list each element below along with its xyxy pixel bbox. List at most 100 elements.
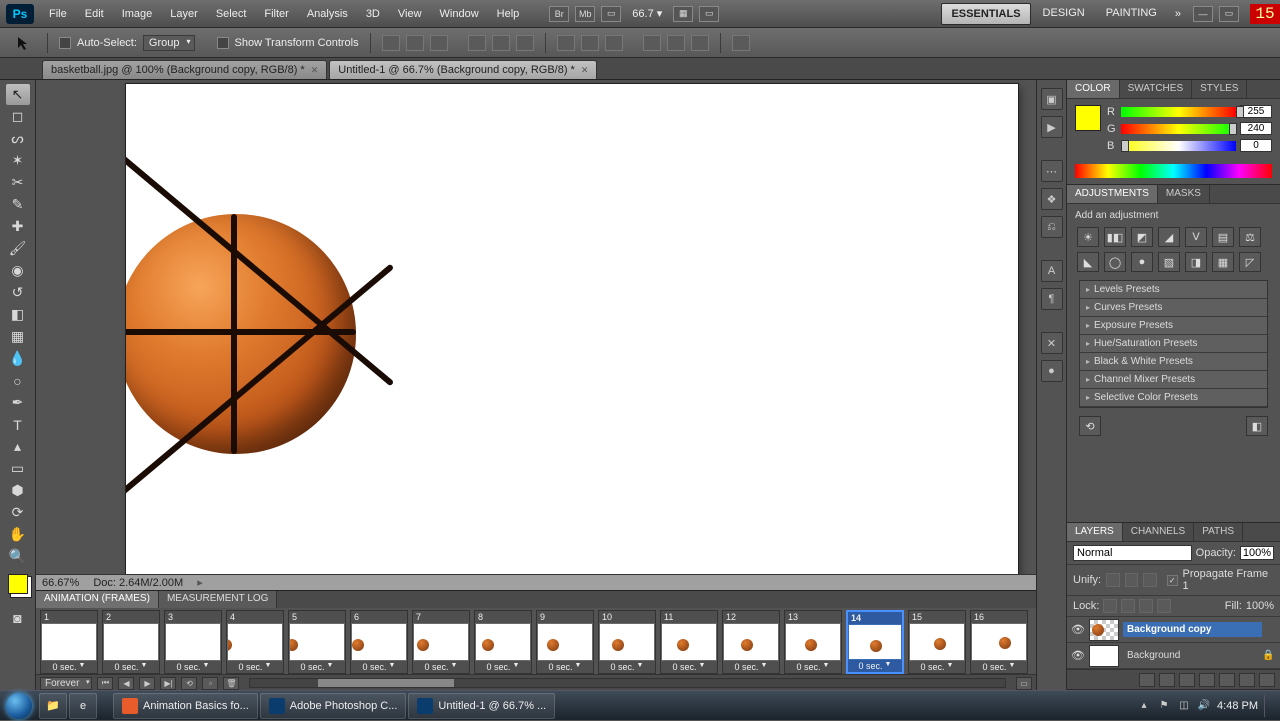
taskbar-app[interactable]: Animation Basics fo... [113, 693, 258, 719]
menu-layer[interactable]: Layer [161, 0, 207, 27]
delete-layer-icon[interactable] [1259, 673, 1275, 687]
adjustment-preset[interactable]: Exposure Presets [1080, 317, 1267, 335]
quick-select-tool[interactable]: ✶ [6, 150, 30, 171]
panel-tab[interactable]: ADJUSTMENTS [1067, 185, 1158, 203]
workspace-design[interactable]: DESIGN [1034, 3, 1094, 25]
layer-row[interactable]: 👁Background copy [1067, 617, 1280, 643]
align-bottom-icon[interactable] [430, 35, 448, 51]
align-left-icon[interactable] [468, 35, 486, 51]
close-tab-icon[interactable]: ✕ [581, 65, 589, 76]
lock-image-icon[interactable] [1121, 599, 1135, 613]
dock-panel-icon[interactable]: A [1041, 260, 1063, 282]
adjustment-icon[interactable]: ◣ [1077, 252, 1099, 272]
panel-tab[interactable]: STYLES [1192, 80, 1247, 98]
arrange-docs-icon[interactable]: ▦ [673, 6, 693, 22]
crop-tool[interactable]: ✂ [6, 172, 30, 193]
opacity-input[interactable]: 100% [1240, 546, 1274, 560]
adjustment-preset[interactable]: Channel Mixer Presets [1080, 371, 1267, 389]
foreground-swatch[interactable] [1075, 105, 1101, 131]
animation-frames-row[interactable]: 10 sec.▼20 sec.▼30 sec.▼40 sec.▼50 sec.▼… [36, 608, 1036, 674]
dock-panel-icon[interactable]: ⎌ [1041, 216, 1063, 238]
zoom-tool[interactable]: 🔍 [6, 546, 30, 567]
dock-panel-icon[interactable]: ▶ [1041, 116, 1063, 138]
animation-frame[interactable]: 80 sec.▼ [474, 610, 532, 674]
animation-frame[interactable]: 110 sec.▼ [660, 610, 718, 674]
path-select-tool[interactable]: ▴ [6, 436, 30, 457]
adjustment-icon[interactable]: ◨ [1185, 252, 1207, 272]
tray-expand-icon[interactable]: ▴ [1137, 699, 1151, 713]
bridge-icon[interactable]: Br [549, 6, 569, 22]
transform-controls-checkbox[interactable] [217, 37, 229, 49]
fill-input[interactable]: 100% [1246, 600, 1274, 612]
stamp-tool[interactable]: ◉ [6, 260, 30, 281]
taskbar-clock[interactable]: 4:48 PM [1217, 700, 1258, 712]
animation-frame[interactable]: 140 sec.▼ [846, 610, 904, 674]
animation-frame[interactable]: 10 sec.▼ [40, 610, 98, 674]
dist-hcenter-icon[interactable] [667, 35, 685, 51]
animation-frame[interactable]: 130 sec.▼ [784, 610, 842, 674]
menu-window[interactable]: Window [431, 0, 488, 27]
restore-icon[interactable]: ▭ [1219, 6, 1239, 22]
show-desktop-button[interactable] [1264, 695, 1272, 717]
extras-icon[interactable]: ▭ [699, 6, 719, 22]
dist-right-icon[interactable] [691, 35, 709, 51]
new-layer-icon[interactable] [1239, 673, 1255, 687]
timeline-scrollbar[interactable] [249, 678, 1006, 688]
animation-frame[interactable]: 60 sec.▼ [350, 610, 408, 674]
animation-frame[interactable]: 70 sec.▼ [412, 610, 470, 674]
animation-frame[interactable]: 20 sec.▼ [102, 610, 160, 674]
panel-tab[interactable]: LAYERS [1067, 523, 1123, 541]
workspace-essentials[interactable]: ESSENTIALS [941, 3, 1030, 25]
layer-mask-icon[interactable] [1179, 673, 1195, 687]
color-slider[interactable] [1121, 107, 1236, 117]
menu-select[interactable]: Select [207, 0, 256, 27]
explorer-pinned-icon[interactable]: 📁 [39, 693, 67, 719]
adjustment-icon[interactable]: ▦ [1212, 252, 1234, 272]
minimize-icon[interactable]: — [1193, 6, 1213, 22]
tray-volume-icon[interactable]: 🔊 [1197, 699, 1211, 713]
menu-image[interactable]: Image [113, 0, 162, 27]
dock-panel-icon[interactable]: ✕ [1041, 332, 1063, 354]
blend-mode-select[interactable]: Normal [1073, 545, 1192, 561]
dist-bottom-icon[interactable] [605, 35, 623, 51]
color-value-input[interactable]: 255 [1240, 105, 1272, 118]
menu-edit[interactable]: Edit [76, 0, 113, 27]
animation-frame[interactable]: 120 sec.▼ [722, 610, 780, 674]
dock-panel-icon[interactable]: ● [1041, 360, 1063, 382]
lasso-tool[interactable]: ᔕ [6, 128, 30, 149]
shape-tool[interactable]: ▭ [6, 458, 30, 479]
adjustment-icon[interactable]: ● [1131, 252, 1153, 272]
tray-network-icon[interactable]: ◫ [1177, 699, 1191, 713]
brush-tool[interactable]: 🖌 [6, 238, 30, 259]
color-value-input[interactable]: 0 [1240, 139, 1272, 152]
adjustment-preset[interactable]: Hue/Saturation Presets [1080, 335, 1267, 353]
dock-panel-icon[interactable]: ⋯ [1041, 160, 1063, 182]
layer-visibility-icon[interactable]: 👁 [1067, 623, 1089, 636]
document-tab[interactable]: Untitled-1 @ 66.7% (Background copy, RGB… [329, 60, 597, 79]
tray-flag-icon[interactable]: ⚑ [1157, 699, 1171, 713]
adjustment-icon[interactable]: ◯ [1104, 252, 1126, 272]
menu-help[interactable]: Help [488, 0, 529, 27]
loop-dropdown[interactable]: Forever [40, 677, 92, 690]
dock-panel-icon[interactable]: ❖ [1041, 188, 1063, 210]
eyedropper-tool[interactable]: ✎ [6, 194, 30, 215]
first-frame-button[interactable]: ⏮ [97, 677, 113, 690]
move-tool[interactable]: ↖ [6, 84, 30, 105]
3d-camera-tool[interactable]: ⟳ [6, 502, 30, 523]
layer-visibility-icon[interactable]: 👁 [1067, 649, 1089, 662]
animation-frame[interactable]: 30 sec.▼ [164, 610, 222, 674]
auto-select-checkbox[interactable] [59, 37, 71, 49]
status-zoom[interactable]: 66.67% [42, 577, 79, 589]
play-button[interactable]: ▶ [139, 677, 155, 690]
adjustment-preset[interactable]: Black & White Presets [1080, 353, 1267, 371]
hand-tool[interactable]: ✋ [6, 524, 30, 545]
next-frame-button[interactable]: ▶| [160, 677, 176, 690]
panel-tab[interactable]: COLOR [1067, 80, 1120, 98]
layer-style-icon[interactable] [1159, 673, 1175, 687]
adjustment-preset[interactable]: Curves Presets [1080, 299, 1267, 317]
link-layers-icon[interactable] [1139, 673, 1155, 687]
adjustment-icon[interactable]: ▮◧ [1104, 227, 1126, 247]
type-tool[interactable]: T [6, 414, 30, 435]
adjustment-preset[interactable]: Selective Color Presets [1080, 389, 1267, 407]
animation-frame[interactable]: 150 sec.▼ [908, 610, 966, 674]
